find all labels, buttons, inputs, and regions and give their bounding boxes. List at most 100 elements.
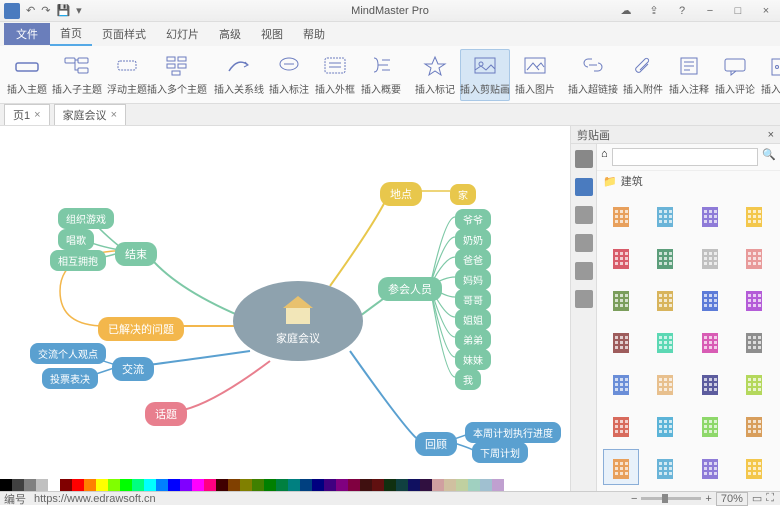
palette-swatch[interactable] bbox=[192, 479, 204, 491]
palette-swatch[interactable] bbox=[384, 479, 396, 491]
palette-swatch[interactable] bbox=[300, 479, 312, 491]
tab-list-icon[interactable] bbox=[575, 206, 593, 224]
topic-jiaoliu[interactable]: 交流 bbox=[112, 357, 154, 381]
topic-vote[interactable]: 投票表决 bbox=[42, 368, 98, 389]
clipart-building[interactable] bbox=[647, 281, 683, 317]
tab-recent-icon[interactable] bbox=[575, 150, 593, 168]
palette-swatch[interactable] bbox=[0, 479, 12, 491]
zoom-out-icon[interactable]: − bbox=[631, 493, 637, 505]
undo-icon[interactable]: ↶ bbox=[26, 4, 35, 17]
palette-swatch[interactable] bbox=[72, 479, 84, 491]
clipart-building[interactable] bbox=[647, 197, 683, 233]
palette-swatch[interactable] bbox=[180, 479, 192, 491]
palette-swatch[interactable] bbox=[156, 479, 168, 491]
save-icon[interactable]: 💾 bbox=[56, 4, 70, 17]
minimize-button[interactable]: − bbox=[696, 0, 724, 22]
insert-attach-button[interactable]: 插入附件 bbox=[622, 49, 664, 101]
fit-width-icon[interactable]: ⛶ bbox=[766, 492, 774, 505]
menu-help[interactable]: 帮助 bbox=[293, 23, 335, 45]
palette-swatch[interactable] bbox=[132, 479, 144, 491]
palette-swatch[interactable] bbox=[480, 479, 492, 491]
palette-swatch[interactable] bbox=[108, 479, 120, 491]
insert-summary-button[interactable]: 插入概要 bbox=[360, 49, 402, 101]
topic-member[interactable]: 爸爸 bbox=[455, 249, 491, 270]
insert-comment-button[interactable]: 插入评论 bbox=[714, 49, 756, 101]
clipart-building[interactable] bbox=[692, 323, 728, 359]
clipart-building[interactable] bbox=[692, 197, 728, 233]
insert-topic-button[interactable]: 插入主题 bbox=[6, 49, 48, 101]
topic-home[interactable]: 家 bbox=[450, 184, 476, 205]
zoom-in-icon[interactable]: + bbox=[705, 493, 711, 505]
palette-swatch[interactable] bbox=[252, 479, 264, 491]
palette-swatch[interactable] bbox=[456, 479, 468, 491]
topic-jieshu[interactable]: 结束 bbox=[115, 242, 157, 266]
clipart-building[interactable] bbox=[692, 407, 728, 443]
palette-swatch[interactable] bbox=[408, 479, 420, 491]
palette-swatch[interactable] bbox=[48, 479, 60, 491]
topic-huigu[interactable]: 回顾 bbox=[415, 432, 457, 456]
home-icon[interactable]: ⌂ bbox=[601, 148, 608, 166]
topic-opinion[interactable]: 交流个人观点 bbox=[30, 343, 106, 364]
insert-callout-button[interactable]: 插入标注 bbox=[268, 49, 310, 101]
cloud-icon[interactable]: ☁ bbox=[612, 0, 640, 22]
close-icon[interactable]: × bbox=[111, 109, 117, 121]
insert-multi-button[interactable]: 插入多个主题 bbox=[152, 49, 202, 101]
clipart-building[interactable] bbox=[736, 281, 772, 317]
topic-renyuan[interactable]: 参会人员 bbox=[378, 277, 442, 301]
floating-topic-button[interactable]: 浮动主题 bbox=[106, 49, 148, 101]
palette-swatch[interactable] bbox=[36, 479, 48, 491]
topic-sing[interactable]: 唱歌 bbox=[58, 229, 94, 250]
clipart-building[interactable] bbox=[692, 239, 728, 275]
file-menu[interactable]: 文件 bbox=[4, 23, 50, 45]
maximize-button[interactable]: □ bbox=[724, 0, 752, 22]
palette-swatch[interactable] bbox=[432, 479, 444, 491]
menu-slideshow[interactable]: 幻灯片 bbox=[156, 23, 209, 45]
topic-progress[interactable]: 本周计划执行进度 bbox=[465, 422, 561, 443]
insert-clipart-button[interactable]: 插入剪贴画 bbox=[460, 49, 510, 101]
topic-didian[interactable]: 地点 bbox=[380, 182, 422, 206]
topic-member[interactable]: 弟弟 bbox=[455, 329, 491, 350]
insert-mark-button[interactable]: 插入标记 bbox=[414, 49, 456, 101]
palette-swatch[interactable] bbox=[12, 479, 24, 491]
palette-swatch[interactable] bbox=[396, 479, 408, 491]
topic-member[interactable]: 奶奶 bbox=[455, 229, 491, 250]
clipart-building[interactable] bbox=[647, 407, 683, 443]
palette-swatch[interactable] bbox=[492, 479, 504, 491]
topic-member[interactable]: 爷爷 bbox=[455, 209, 491, 230]
clipart-building[interactable] bbox=[647, 239, 683, 275]
clipart-building[interactable] bbox=[603, 407, 639, 443]
insert-note-button[interactable]: 插入注释 bbox=[668, 49, 710, 101]
palette-swatch[interactable] bbox=[444, 479, 456, 491]
topic-unresolved[interactable]: 已解决的问题 bbox=[98, 317, 184, 341]
clipart-building[interactable] bbox=[603, 197, 639, 233]
palette-swatch[interactable] bbox=[468, 479, 480, 491]
clipart-building[interactable] bbox=[647, 365, 683, 401]
topic-member[interactable]: 姐姐 bbox=[455, 309, 491, 330]
share-icon[interactable]: ⇪ bbox=[640, 0, 668, 22]
menu-view[interactable]: 视图 bbox=[251, 23, 293, 45]
menu-page-style[interactable]: 页面样式 bbox=[92, 23, 156, 45]
clipart-building[interactable] bbox=[736, 449, 772, 485]
palette-swatch[interactable] bbox=[264, 479, 276, 491]
clipart-building[interactable] bbox=[647, 449, 683, 485]
palette-swatch[interactable] bbox=[216, 479, 228, 491]
doc-tab-page1[interactable]: 页1× bbox=[4, 104, 50, 125]
palette-swatch[interactable] bbox=[420, 479, 432, 491]
palette-swatch[interactable] bbox=[348, 479, 360, 491]
clipart-building[interactable] bbox=[736, 239, 772, 275]
clipart-building[interactable] bbox=[736, 197, 772, 233]
topic-game[interactable]: 组织游戏 bbox=[58, 208, 114, 229]
clipart-building[interactable] bbox=[692, 281, 728, 317]
palette-swatch[interactable] bbox=[84, 479, 96, 491]
menu-advanced[interactable]: 高级 bbox=[209, 23, 251, 45]
close-icon[interactable]: × bbox=[34, 109, 40, 121]
mindmap-canvas[interactable]: 家庭会议 结束 组织游戏 唱歌 相互拥抱 已解决的问题 交流 交流个人观点 投票… bbox=[0, 126, 570, 491]
topic-hug[interactable]: 相互拥抱 bbox=[50, 250, 106, 271]
palette-swatch[interactable] bbox=[372, 479, 384, 491]
doc-tab-family[interactable]: 家庭会议× bbox=[54, 104, 126, 125]
palette-swatch[interactable] bbox=[336, 479, 348, 491]
center-topic[interactable]: 家庭会议 bbox=[233, 281, 363, 361]
topic-member[interactable]: 哥哥 bbox=[455, 289, 491, 310]
clipart-building[interactable] bbox=[736, 407, 772, 443]
clipart-building[interactable] bbox=[603, 323, 639, 359]
